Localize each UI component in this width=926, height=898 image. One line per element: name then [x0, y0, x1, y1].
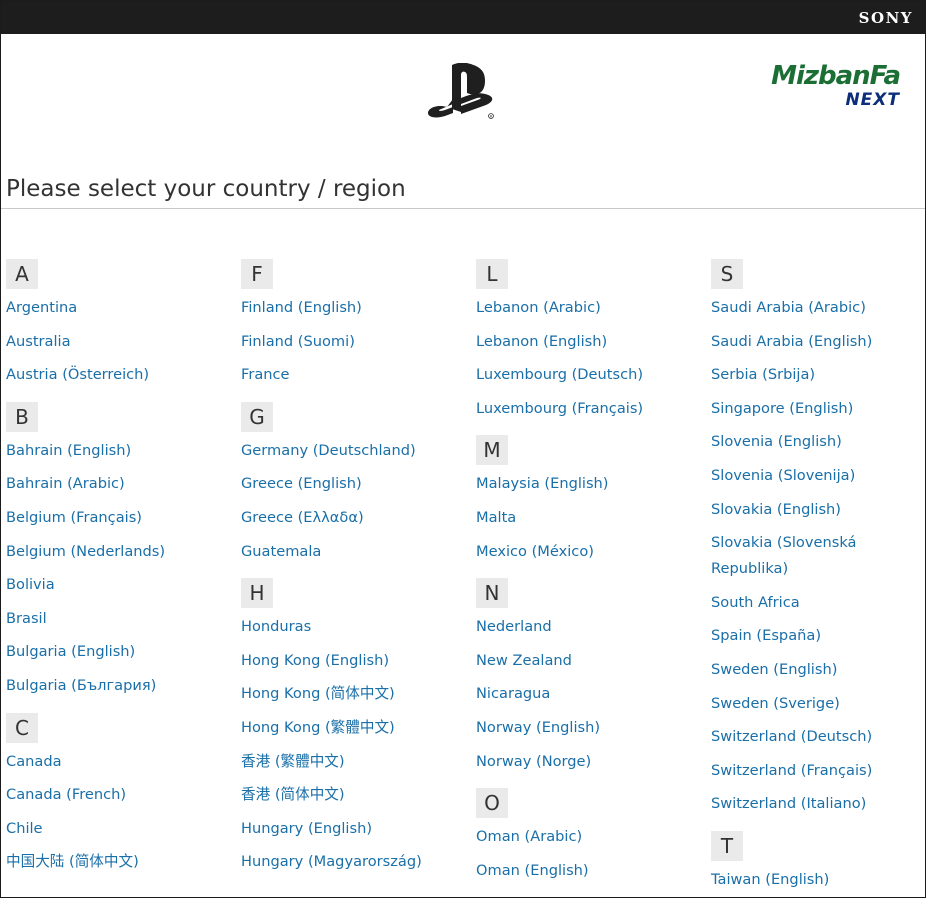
country-link[interactable]: Malaysia (English) — [476, 471, 609, 497]
country-link[interactable]: Norway (English) — [476, 715, 600, 741]
letter-heading-m: M — [476, 435, 508, 466]
letter-heading-s: S — [711, 259, 743, 289]
letter-heading-b: B — [6, 401, 38, 432]
country-link[interactable]: Lebanon (Arabic) — [476, 295, 601, 321]
country-link[interactable]: Australia — [6, 329, 71, 355]
page-frame: SONY R MizbanFa NEXT Please select your … — [0, 0, 926, 898]
country-link[interactable]: Luxembourg (Deutsch) — [476, 362, 643, 388]
country-link[interactable]: Canada (French) — [6, 782, 126, 808]
country-link[interactable]: Greece (English) — [241, 471, 362, 497]
country-link[interactable]: Nicaragua — [476, 681, 550, 707]
country-link[interactable]: 香港 (繁體中文) — [241, 749, 345, 775]
country-link[interactable]: Mexico (México) — [476, 539, 594, 565]
country-link[interactable]: Hong Kong (繁體中文) — [241, 715, 395, 741]
letter-heading-h: H — [241, 578, 273, 609]
country-link[interactable]: Argentina — [6, 295, 77, 321]
country-link[interactable]: Finland (English) — [241, 295, 362, 321]
country-link[interactable]: Canada — [6, 749, 62, 775]
country-link[interactable]: Germany (Deutschland) — [241, 438, 416, 464]
country-link[interactable]: Honduras — [241, 614, 311, 640]
country-link[interactable]: Guatemala — [241, 539, 321, 565]
country-link[interactable]: New Zealand — [476, 648, 572, 674]
playstation-logo-icon[interactable]: R — [425, 63, 497, 121]
country-link[interactable]: Saudi Arabia (Arabic) — [711, 295, 866, 321]
country-link[interactable]: Switzerland (Français) — [711, 758, 872, 784]
top-bar: SONY — [1, 1, 925, 34]
country-link[interactable]: Saudi Arabia (English) — [711, 329, 872, 355]
country-link[interactable]: Serbia (Srbija) — [711, 362, 815, 388]
sony-logo[interactable]: SONY — [859, 9, 913, 27]
country-link[interactable]: Singapore (English) — [711, 396, 853, 422]
country-link[interactable]: Slovakia (English) — [711, 497, 841, 523]
country-link[interactable]: Spain (España) — [711, 623, 821, 649]
letter-heading-o: O — [476, 788, 508, 819]
letter-heading-t: T — [711, 831, 743, 861]
country-link[interactable]: Belgium (Nederlands) — [6, 539, 165, 565]
country-link[interactable]: Slovenia (Slovenija) — [711, 463, 855, 489]
brand-line-1: MizbanFa — [771, 61, 901, 91]
letter-heading-l: L — [476, 259, 508, 289]
country-link[interactable]: Finland (Suomi) — [241, 329, 355, 355]
country-link[interactable]: Slovenia (English) — [711, 429, 842, 455]
country-link[interactable]: Brasil — [6, 606, 47, 632]
letter-heading-n: N — [476, 578, 508, 609]
country-link[interactable]: Bulgaria (English) — [6, 639, 135, 665]
letter-heading-c: C — [6, 712, 38, 743]
page-title: Please select your country / region — [6, 176, 406, 202]
title-divider — [1, 208, 925, 209]
country-link[interactable]: Hong Kong (简体中文) — [241, 681, 395, 707]
mizbanfa-next-logo: MizbanFa NEXT — [769, 61, 904, 111]
country-link[interactable]: 中国大陆 (简体中文) — [6, 849, 139, 875]
country-link[interactable]: Sweden (English) — [711, 657, 837, 683]
country-link[interactable]: Bulgaria (България) — [6, 673, 156, 699]
country-link[interactable]: Bolivia — [6, 572, 55, 598]
country-link[interactable]: Nederland — [476, 614, 552, 640]
country-link[interactable]: Switzerland (Deutsch) — [711, 724, 872, 750]
country-link[interactable]: Switzerland (Italiano) — [711, 791, 866, 817]
country-link[interactable]: Taiwan (English) — [711, 867, 829, 893]
country-link[interactable]: Hungary (Magyarország) — [241, 849, 422, 875]
country-link[interactable]: Hong Kong (English) — [241, 648, 389, 674]
country-link[interactable]: Sweden (Sverige) — [711, 691, 840, 717]
country-link[interactable]: Austria (Österreich) — [6, 362, 149, 388]
country-link[interactable]: 香港 (简体中文) — [241, 782, 345, 808]
country-link[interactable]: Slovakia (Slovenská Republika) — [711, 530, 911, 582]
country-link[interactable]: Bahrain (Arabic) — [6, 471, 125, 497]
country-link[interactable]: Hungary (English) — [241, 816, 372, 842]
letter-heading-f: F — [241, 259, 273, 289]
country-link[interactable]: Luxembourg (Français) — [476, 396, 643, 422]
country-link[interactable]: Belgium (Français) — [6, 505, 142, 531]
country-link[interactable]: Greece (Ελλαδα) — [241, 505, 364, 531]
country-link[interactable]: Norway (Norge) — [476, 749, 591, 775]
country-link[interactable]: Chile — [6, 816, 43, 842]
country-link[interactable]: Malta — [476, 505, 516, 531]
letter-heading-a: A — [6, 259, 38, 289]
country-link[interactable]: Lebanon (English) — [476, 329, 607, 355]
country-link[interactable]: Oman (Arabic) — [476, 824, 582, 850]
letter-heading-g: G — [241, 401, 273, 432]
country-link[interactable]: Oman (English) — [476, 858, 589, 884]
country-link[interactable]: France — [241, 362, 290, 388]
country-link[interactable]: Bahrain (English) — [6, 438, 131, 464]
brand-line-2: NEXT — [845, 90, 900, 110]
country-link[interactable]: South Africa — [711, 590, 800, 616]
